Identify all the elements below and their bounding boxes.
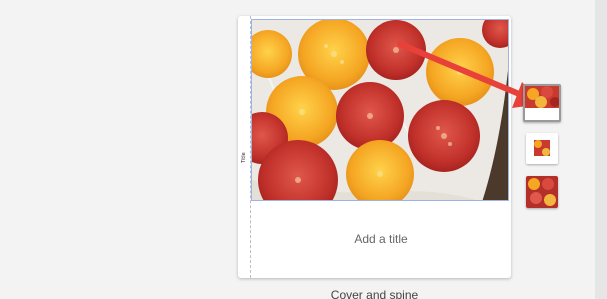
scrollbar-track[interactable] — [595, 0, 607, 299]
layout-small-photo-icon — [526, 133, 558, 164]
cover-editor: Title Add a title Cover and spine — [0, 0, 607, 299]
book-cover-card[interactable]: Title Add a title — [238, 16, 511, 278]
cover-layout-thumb-1[interactable] — [523, 84, 561, 122]
title-area[interactable]: Add a title — [251, 201, 511, 276]
cover-layout-thumb-2[interactable] — [526, 133, 558, 164]
cover-layout-thumb-3[interactable] — [526, 176, 558, 208]
layout-full-photo-icon — [526, 176, 558, 208]
spine-title: Title — [241, 152, 247, 164]
book-spine[interactable]: Title — [238, 16, 251, 278]
cover-photo[interactable] — [251, 19, 509, 201]
tomato-pizza-photo-icon — [252, 20, 508, 200]
add-title-placeholder[interactable]: Add a title — [354, 232, 407, 246]
cover-caption: Cover and spine — [330, 288, 419, 299]
layout-photo-title-icon — [525, 86, 559, 120]
